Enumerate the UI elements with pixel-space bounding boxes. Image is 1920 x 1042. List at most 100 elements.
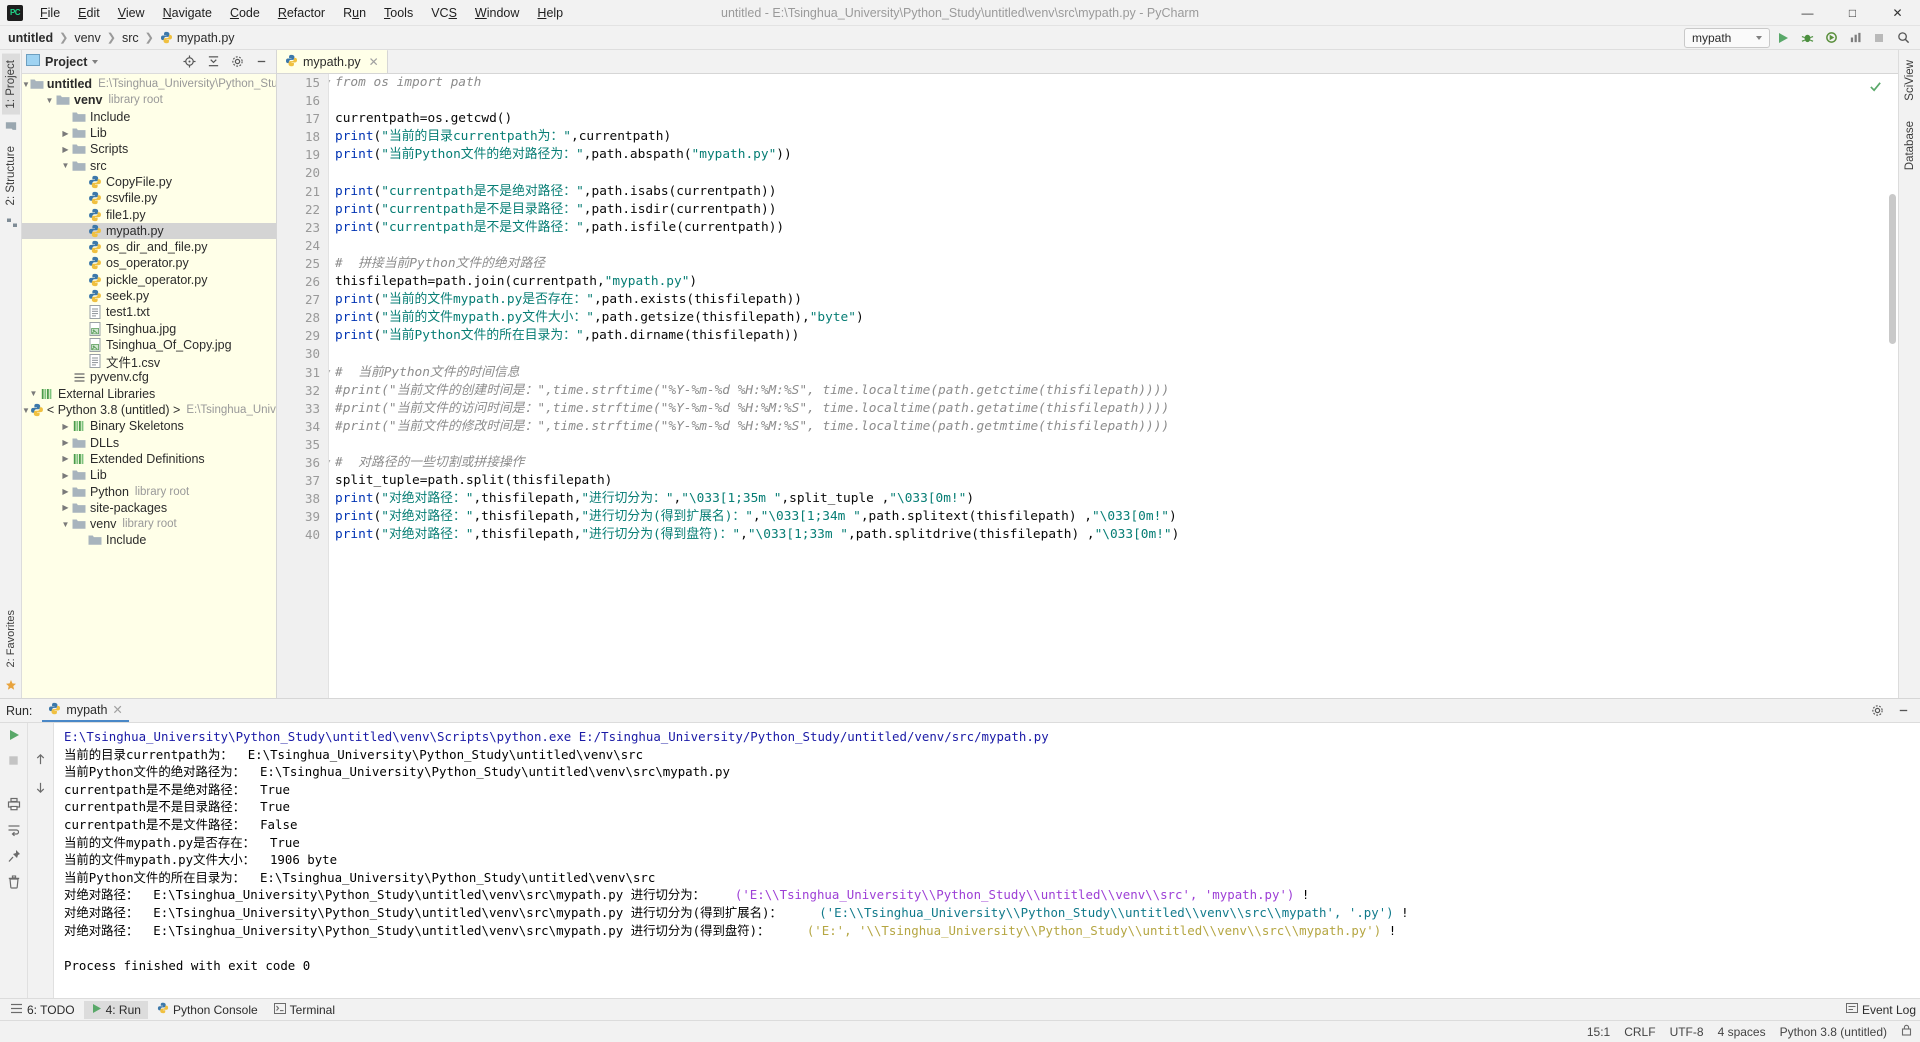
scroll-up-button[interactable] xyxy=(34,753,47,769)
menu-vcs[interactable]: VCS xyxy=(422,3,466,23)
tree-item-mypath-py[interactable]: ▶mypath.py xyxy=(22,222,276,239)
code-line[interactable]: ▽ # 当前Python文件的时间信息 xyxy=(329,364,1898,382)
tree-expand-arrow[interactable]: ▶ xyxy=(60,487,71,496)
tree-expand-arrow[interactable]: ▼ xyxy=(60,161,71,170)
tree-item-os-operator-py[interactable]: ▶os_operator.py xyxy=(22,255,276,271)
code-line[interactable]: print("currentpath是不是文件路径：",path.isfile(… xyxy=(335,219,1898,237)
tree-item-venv[interactable]: ▼ venv library root xyxy=(22,516,276,532)
event-log-button[interactable]: Event Log xyxy=(1845,1002,1916,1017)
tree-item-venv[interactable]: ▼ venv library root xyxy=(22,92,276,108)
sidebar-item-project[interactable]: 1: Project xyxy=(1,54,20,115)
menu-view[interactable]: View xyxy=(109,3,154,23)
tree-item-src[interactable]: ▼ src xyxy=(22,157,276,173)
breadcrumb-src[interactable]: src xyxy=(122,31,139,45)
sidebar-item-database[interactable]: Database xyxy=(1901,115,1919,176)
window-controls[interactable]: — □ ✕ xyxy=(1785,0,1920,26)
code-line[interactable]: print("当前Python文件的绝对路径为：",path.abspath("… xyxy=(335,146,1898,164)
code-line[interactable]: #print("当前文件的修改时间是：",time.strftime("%Y-%… xyxy=(335,418,1898,436)
tree-item-csvfile-py[interactable]: ▶csvfile.py xyxy=(22,190,276,206)
tree-item-copyfile-py[interactable]: ▶CopyFile.py xyxy=(22,174,276,190)
breadcrumb-venv[interactable]: venv xyxy=(74,31,100,45)
tool-button-todo[interactable]: 6: TODO xyxy=(4,1001,82,1019)
tree-expand-arrow[interactable]: ▶ xyxy=(60,503,71,512)
code-line[interactable]: print("当前的文件mypath.py是否存在：",path.exists(… xyxy=(335,291,1898,309)
search-everywhere-icon[interactable] xyxy=(1892,28,1914,48)
tree-item-dlls[interactable]: ▶ DLLs xyxy=(22,435,276,451)
code-line[interactable] xyxy=(335,436,1898,454)
main-menu[interactable]: File Edit View Navigate Code Refactor Ru… xyxy=(31,3,572,23)
menu-help[interactable]: Help xyxy=(528,3,572,23)
tree-item-include[interactable]: ▶Include xyxy=(22,109,276,125)
maximize-button[interactable]: □ xyxy=(1830,0,1875,26)
tree-expand-arrow[interactable]: ▼ xyxy=(22,406,30,415)
code-content[interactable]: ▽ from os import path currentpath=os.getcw… xyxy=(329,74,1898,698)
tree-expand-arrow[interactable]: ▶ xyxy=(60,129,71,138)
tree-item-extended-definitions[interactable]: ▶ Extended Definitions xyxy=(22,451,276,467)
fold-marker-icon[interactable]: ▽ xyxy=(329,454,330,472)
editor-vertical-scrollbar[interactable] xyxy=(1886,74,1898,698)
code-line[interactable]: print("对绝对路径：",thisfilepath,"进行切分为(得到扩展名… xyxy=(335,508,1898,526)
collapse-all-button[interactable] xyxy=(202,52,224,72)
pin-tab-button[interactable] xyxy=(7,849,21,866)
minimize-button[interactable]: — xyxy=(1785,0,1830,26)
tree-item-untitled[interactable]: ▼ untitled E:\Tsinghua_University\Python_S… xyxy=(22,76,276,92)
line-separator[interactable]: CRLF xyxy=(1624,1025,1655,1039)
close-icon[interactable]: ✕ xyxy=(369,55,379,69)
close-icon[interactable]: ✕ xyxy=(112,702,122,717)
menu-edit[interactable]: Edit xyxy=(69,3,109,23)
run-coverage-button[interactable] xyxy=(1820,28,1842,48)
tree-item-file1-py[interactable]: ▶file1.py xyxy=(22,206,276,222)
code-line[interactable] xyxy=(335,164,1898,182)
code-line[interactable]: print("对绝对路径：",thisfilepath,"进行切分为(得到盘符)… xyxy=(335,526,1898,544)
close-button[interactable]: ✕ xyxy=(1875,0,1920,26)
stop-run-button[interactable] xyxy=(7,754,20,770)
soft-wrap-button[interactable] xyxy=(7,823,21,840)
fold-marker-icon[interactable]: ▽ xyxy=(329,74,330,92)
menu-run[interactable]: Run xyxy=(334,3,375,23)
inspection-status-icon[interactable] xyxy=(1869,80,1882,96)
tree-item-lib[interactable]: ▶ Lib xyxy=(22,467,276,483)
print-button[interactable] xyxy=(7,797,21,814)
code-line[interactable]: # 拼接当前Python文件的绝对路径 xyxy=(335,255,1898,273)
code-line[interactable]: currentpath=os.getcwd() xyxy=(335,110,1898,128)
tree-expand-arrow[interactable]: ▶ xyxy=(60,471,71,480)
breadcrumb-untitled[interactable]: untitled xyxy=(8,31,53,45)
run-button[interactable] xyxy=(1772,28,1794,48)
menu-navigate[interactable]: Navigate xyxy=(154,3,221,23)
clear-all-button[interactable] xyxy=(7,875,21,892)
tree-item-binary-skeletons[interactable]: ▶ Binary Skeletons xyxy=(22,418,276,434)
menu-tools[interactable]: Tools xyxy=(375,3,422,23)
code-line[interactable] xyxy=(335,237,1898,255)
code-line[interactable]: ▽ # 对路径的一些切割或拼接操作 xyxy=(329,454,1898,472)
code-line[interactable]: print("当前的文件mypath.py文件大小：",path.getsize… xyxy=(335,309,1898,327)
hide-run-panel-button[interactable] xyxy=(1892,701,1914,721)
tree-item-tsinghua-of-copy-jpg[interactable]: ▶Tsinghua_Of_Copy.jpg xyxy=(22,337,276,353)
python-interpreter[interactable]: Python 3.8 (untitled) xyxy=(1780,1025,1887,1039)
tree-item-os-dir-and-file-py[interactable]: ▶os_dir_and_file.py xyxy=(22,239,276,255)
run-console-output[interactable]: E:\Tsinghua_University\Python_Study\unti… xyxy=(54,723,1920,998)
breadcrumb-mypath[interactable]: mypath.py xyxy=(160,31,235,45)
code-line[interactable]: split_tuple=path.split(thisfilepath) xyxy=(335,472,1898,490)
fold-marker-icon[interactable]: ▽ xyxy=(329,364,330,382)
tree-item-external-libraries[interactable]: ▼ External Libraries xyxy=(22,386,276,402)
settings-gear-icon[interactable] xyxy=(226,52,248,72)
sidebar-item-structure[interactable]: 2: Structure xyxy=(2,140,20,211)
code-line[interactable]: thisfilepath=path.join(currentpath,"mypa… xyxy=(335,273,1898,291)
scroll-down-button[interactable] xyxy=(34,781,47,797)
tree-expand-arrow[interactable]: ▼ xyxy=(44,96,55,105)
project-title[interactable]: Project xyxy=(26,54,99,69)
tree-item-pyvenv-cfg[interactable]: ▶pyvenv.cfg xyxy=(22,369,276,385)
settings-gear-icon[interactable] xyxy=(1866,701,1888,721)
sidebar-item-favorites[interactable]: 2: Favorites xyxy=(2,604,20,673)
tree-expand-arrow[interactable]: ▶ xyxy=(60,454,71,463)
code-line[interactable] xyxy=(335,345,1898,363)
menu-window[interactable]: Window xyxy=(466,3,528,23)
tree-expand-arrow[interactable]: ▶ xyxy=(60,438,71,447)
code-line[interactable]: print("当前Python文件的所在目录为：",path.dirname(t… xyxy=(335,327,1898,345)
tree-expand-arrow[interactable]: ▶ xyxy=(60,422,71,431)
tree-expand-arrow[interactable]: ▶ xyxy=(60,145,71,154)
code-editor[interactable]: 15 16 17 18 19 20 21 22 23 24 25 26 27 28 29 30 31 32 33 34… xyxy=(277,74,1898,698)
sidebar-item-sciview[interactable]: SciView xyxy=(1901,54,1919,107)
code-line[interactable]: print("currentpath是不是目录路径：",path.isdir(c… xyxy=(335,201,1898,219)
scrollbar-thumb[interactable] xyxy=(1889,194,1896,344)
